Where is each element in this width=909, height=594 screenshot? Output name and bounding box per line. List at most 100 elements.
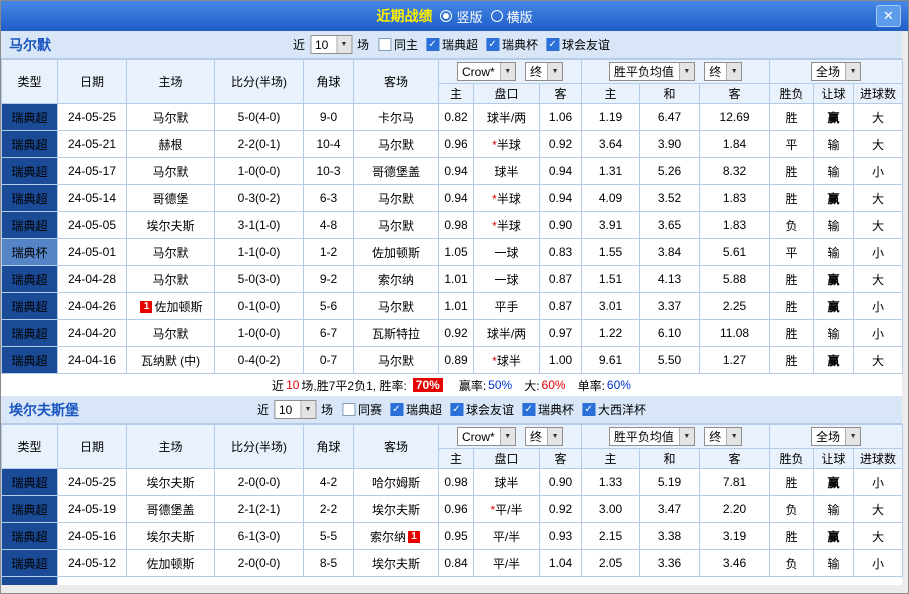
corners-cell: 5-6 (304, 293, 354, 320)
handicap-result-cell: 输 (814, 212, 854, 239)
away-team-cell: 马尔默 (354, 131, 439, 158)
filter-checkbox[interactable]: 同主 (378, 36, 418, 53)
avg-stage-select[interactable]: 终▼ (704, 427, 742, 446)
team-label: 马尔默 (152, 111, 188, 125)
score-cell: 2-2(0-1) (215, 131, 304, 158)
league-cell: 瑞典超 (2, 496, 58, 523)
match-count-select[interactable]: 10▼ (274, 400, 316, 419)
col-avg-home: 主 (582, 84, 640, 104)
match-row: 瑞典超24-05-25马尔默5-0(4-0)9-0卡尔马0.82球半/两1.06… (2, 104, 903, 131)
filter-checkbox[interactable]: ✓瑞典超 (390, 401, 442, 418)
chevron-down-icon: ▼ (679, 428, 694, 445)
avg-home-cell: 1.51 (582, 266, 640, 293)
home-odds-cell: 1.01 (439, 266, 474, 293)
goals-cell: 小 (854, 239, 903, 266)
away-team-cell: 马尔默 (354, 185, 439, 212)
team-name: 埃尔夫斯堡 (9, 400, 79, 420)
col-corners: 角球 (304, 60, 354, 104)
asterisk-marker: * (492, 192, 497, 206)
filter-checkbox[interactable]: ✓瑞典超 (426, 36, 478, 53)
away-odds-cell: 0.90 (540, 212, 582, 239)
avg-type-select[interactable]: 胜平负均值▼ (609, 62, 695, 81)
home-team-cell: 赫根 (127, 131, 215, 158)
date-cell: 24-05-12 (58, 550, 127, 577)
away-team-cell: 哥德堡盖 (354, 158, 439, 185)
match-row: 瑞典超24-05-12佐加顿斯2-0(0-0)8-5埃尔夫斯0.84平/半1.0… (2, 550, 903, 577)
col-result: 胜负 (770, 84, 814, 104)
summary-stat-value: 60% (607, 378, 631, 392)
match-row: 瑞典超24-04-261佐加顿斯0-1(0-0)5-6马尔默1.01平手0.87… (2, 293, 903, 320)
team-label: 佐加顿斯 (146, 557, 194, 571)
period-select[interactable]: 全场▼ (811, 427, 861, 446)
avg-away-cell: 2.20 (700, 496, 770, 523)
league-cell: 瑞典杯 (2, 239, 58, 266)
team-label: 瓦斯特拉 (372, 327, 420, 341)
result-cell: 负 (770, 550, 814, 577)
filter-checkbox[interactable]: ✓瑞典杯 (486, 36, 538, 53)
col-handicap: 盘口 (474, 449, 540, 469)
handicap-result-cell: 输 (814, 496, 854, 523)
matches-table: 类型 日期 主场 比分(半场) 角球 客场 Crow*▼ 终▼ 胜平负均值▼ 终… (1, 59, 903, 374)
filter-checkbox[interactable]: ✓大西洋杯 (582, 401, 646, 418)
handicap-cell: 球半 (474, 158, 540, 185)
result-cell: 胜 (770, 523, 814, 550)
match-row: 瑞典超24-04-16瓦纳默 (中)0-4(0-2)0-7马尔默0.89*球半1… (2, 347, 903, 374)
avg-stage-select[interactable]: 终▼ (704, 62, 742, 81)
team-label: 马尔默 (378, 354, 414, 368)
period-select-value: 全场 (816, 63, 840, 80)
filter-checkbox-label: 同赛 (358, 401, 382, 418)
bookmaker-select[interactable]: Crow*▼ (457, 427, 516, 446)
match-count-select[interactable]: 10▼ (310, 35, 352, 54)
corners-cell: 4-8 (304, 212, 354, 239)
handicap-cell: 一球 (474, 239, 540, 266)
filter-bar: 近 10▼ 场 同主✓瑞典超✓瑞典杯✓球会友谊 (293, 35, 610, 54)
layout-radio-vertical[interactable]: 竖版 (440, 7, 482, 26)
team-label: 马尔默 (378, 219, 414, 233)
avg-home-cell: 1.19 (582, 104, 640, 131)
odds-group-header: Crow*▼ 终▼ (439, 425, 582, 449)
avg-draw-cell: 6.10 (640, 320, 700, 347)
handicap-result-cell: 赢 (814, 523, 854, 550)
league-cell: 瑞典超 (2, 131, 58, 158)
away-odds-cell: 0.90 (540, 469, 582, 496)
layout-radio-horizontal[interactable]: 横版 (491, 7, 533, 26)
filter-checkbox[interactable]: ✓球会友谊 (450, 401, 514, 418)
corners-cell: 10-3 (304, 158, 354, 185)
date-cell: 24-05-25 (58, 104, 127, 131)
col-away: 客场 (354, 60, 439, 104)
score-cell: 1-0(0-0) (215, 158, 304, 185)
col-away: 客场 (354, 425, 439, 469)
chevron-down-icon: ▼ (300, 401, 315, 418)
checkbox-checked-icon: ✓ (546, 38, 559, 51)
match-row: 瑞典超24-05-16埃尔夫斯6-1(3-0)5-5索尔纳10.95平/半0.9… (2, 523, 903, 550)
bookmaker-select[interactable]: Crow*▼ (457, 62, 516, 81)
date-cell: 24-04-16 (58, 347, 127, 374)
chevron-down-icon: ▼ (679, 63, 694, 80)
result-cell: 胜 (770, 104, 814, 131)
away-odds-cell: 0.83 (540, 239, 582, 266)
filter-checkbox[interactable]: ✓球会友谊 (546, 36, 610, 53)
result-cell: 胜 (770, 469, 814, 496)
away-odds-cell: 0.92 (540, 131, 582, 158)
result-cell: 胜 (770, 158, 814, 185)
col-score: 比分(半场) (215, 60, 304, 104)
team-label: 马尔默 (152, 273, 188, 287)
odds-stage-select[interactable]: 终▼ (525, 62, 563, 81)
filter-checkbox[interactable]: ✓瑞典杯 (522, 401, 574, 418)
close-button[interactable]: ✕ (876, 5, 901, 27)
team-label: 哥德堡 (152, 192, 188, 206)
away-odds-cell: 0.87 (540, 293, 582, 320)
odds-stage-select[interactable]: 终▼ (525, 427, 563, 446)
result-cell: 负 (770, 496, 814, 523)
corners-cell: 9-2 (304, 266, 354, 293)
team-label: 哈尔姆斯 (372, 476, 420, 490)
col-date: 日期 (58, 425, 127, 469)
matches-table: 类型 日期 主场 比分(半场) 角球 客场 Crow*▼ 终▼ 胜平负均值▼ 终… (1, 424, 903, 577)
score-cell: 5-0(4-0) (215, 104, 304, 131)
summary-bar: 近10场,胜7平2负1, 胜率: 70% 赢率:50% 大:60% 单率:60% (1, 374, 902, 396)
avg-type-select[interactable]: 胜平负均值▼ (609, 427, 695, 446)
score-cell: 0-4(0-2) (215, 347, 304, 374)
avg-home-cell: 3.64 (582, 131, 640, 158)
filter-checkbox[interactable]: 同赛 (342, 401, 382, 418)
period-select[interactable]: 全场▼ (811, 62, 861, 81)
